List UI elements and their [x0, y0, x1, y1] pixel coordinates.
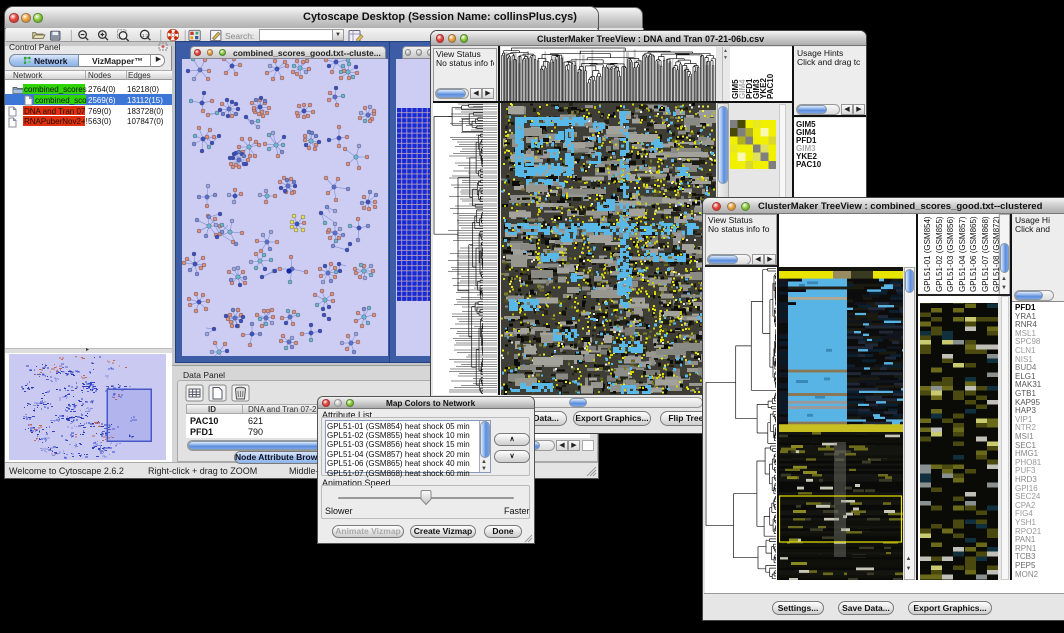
svg-text:1:1: 1:1 [142, 33, 149, 38]
